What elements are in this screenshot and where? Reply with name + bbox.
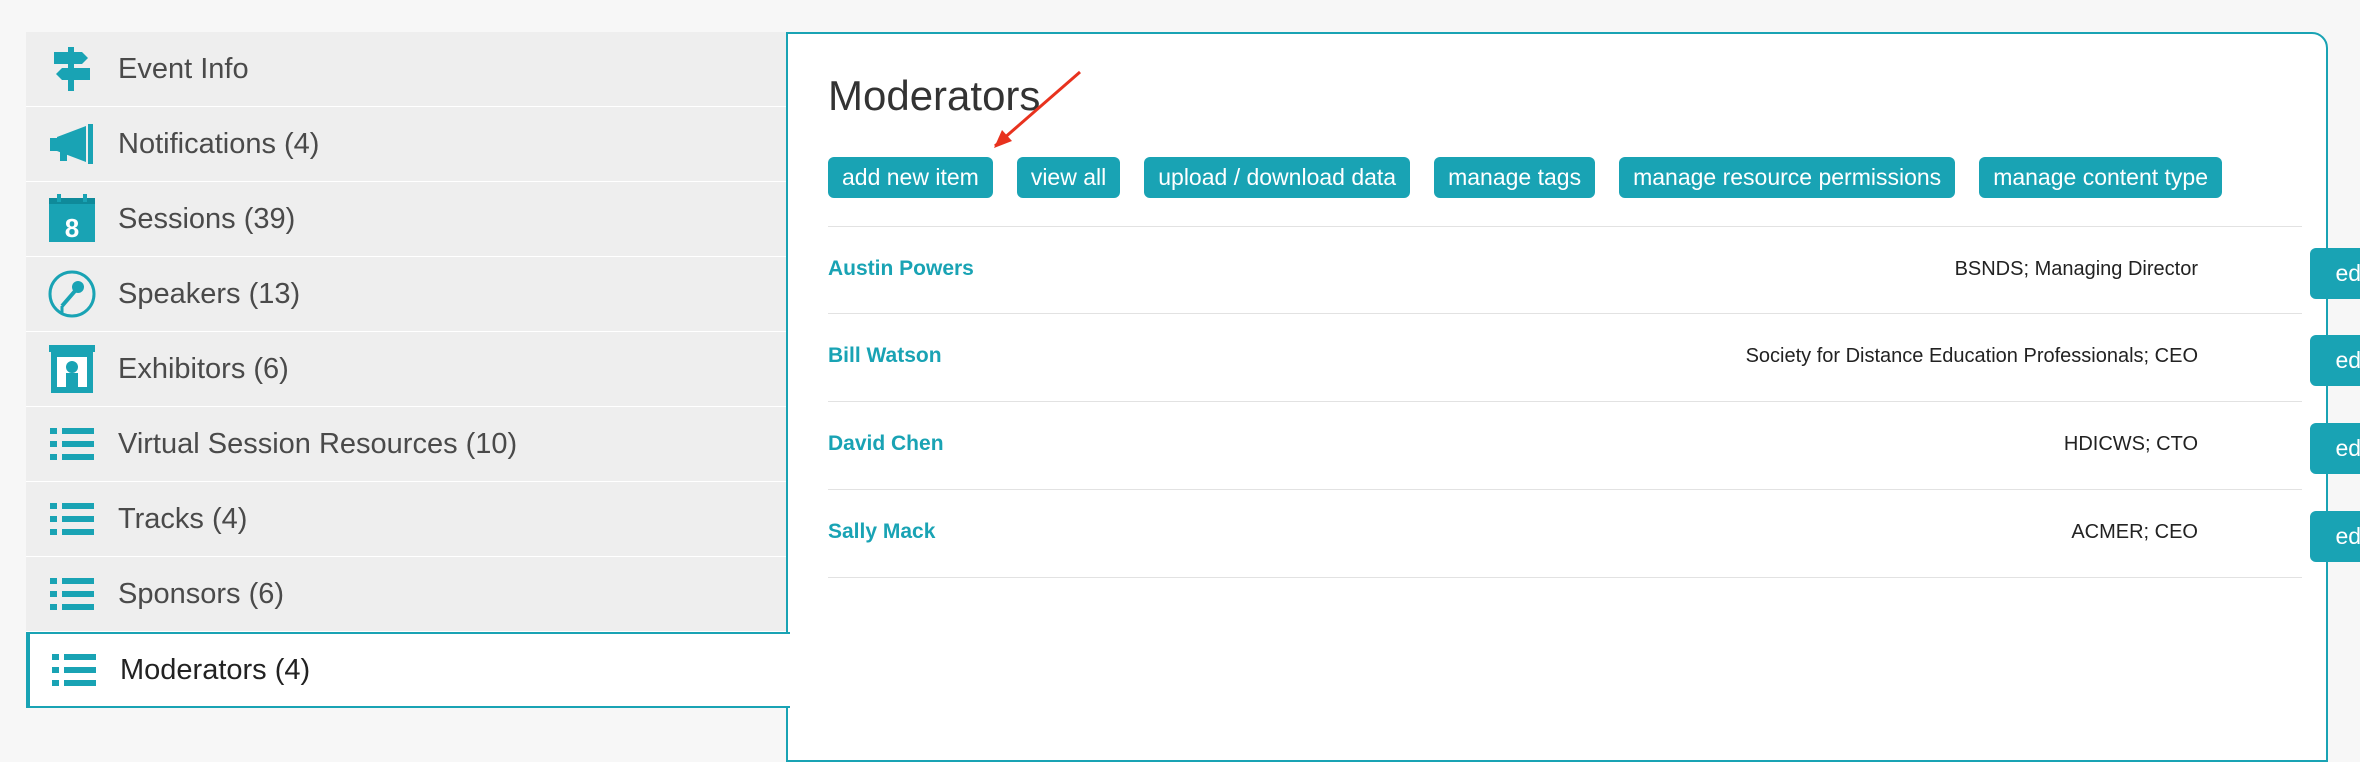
upload-download-data-button[interactable]: upload / download data <box>1144 157 1411 198</box>
sidebar-item-virtual-session-resources[interactable]: Virtual Session Resources (10) <box>26 407 788 482</box>
sidebar-item-label: Sponsors (6) <box>118 577 285 610</box>
sidebar-item-exhibitors[interactable]: Exhibitors (6) <box>26 332 788 407</box>
toolbar: add new item view all upload / download … <box>828 157 2223 198</box>
moderator-name-link[interactable]: David Chen <box>828 432 944 456</box>
edit-button[interactable]: edit <box>2310 248 2360 299</box>
list-item: David Chen HDICWS; CTO edit <box>828 402 2360 490</box>
sidebar-item-label: Exhibitors (6) <box>118 352 289 385</box>
manage-content-type-button[interactable]: manage content type <box>1979 157 2223 198</box>
annotation-arrow-icon <box>994 70 1081 148</box>
moderator-organization: HDICWS; CTO <box>2063 433 2198 455</box>
sidebar-item-label: Speakers (13) <box>118 277 301 310</box>
list-item: Sally Mack ACMER; CEO edit <box>828 490 2360 578</box>
list-icon <box>50 428 94 460</box>
sidebar-item-sessions[interactable]: 8 Sessions (39) <box>26 182 788 257</box>
sidebar-item-event-info[interactable]: Event Info <box>26 32 788 107</box>
edit-button[interactable]: edit <box>2310 423 2360 474</box>
add-new-item-button[interactable]: add new item <box>828 157 993 198</box>
page-title: Moderators <box>828 72 1041 119</box>
list-icon <box>50 578 94 610</box>
moderator-organization: ACMER; CEO <box>2071 521 2198 543</box>
booth-icon <box>49 345 95 393</box>
edit-button[interactable]: edit <box>2310 511 2360 562</box>
list-icon <box>50 503 94 535</box>
sidebar-item-label: Sessions (39) <box>118 202 296 235</box>
sidebar-item-speakers[interactable]: Speakers (13) <box>26 257 788 332</box>
sidebar: Event Info Notifications (4) 8 Sessions … <box>26 32 790 728</box>
sidebar-item-sponsors[interactable]: Sponsors (6) <box>26 557 788 632</box>
sidebar-item-moderators[interactable]: Moderators (4) <box>26 632 790 708</box>
main-panel: Moderators add new item view all upload … <box>786 32 2360 762</box>
manage-resource-permissions-button[interactable]: manage resource permissions <box>1619 157 1956 198</box>
megaphone-icon <box>50 124 93 164</box>
view-all-button[interactable]: view all <box>1016 157 1121 198</box>
moderator-name-link[interactable]: Sally Mack <box>828 520 935 544</box>
list-item: Austin Powers BSNDS; Managing Director e… <box>828 226 2360 314</box>
microphone-icon <box>48 270 96 318</box>
sidebar-item-label: Event Info <box>118 52 249 85</box>
moderator-name-link[interactable]: Austin Powers <box>828 257 974 281</box>
moderator-name-link[interactable]: Bill Watson <box>828 344 942 368</box>
sidebar-item-label: Notifications (4) <box>118 127 320 160</box>
sidebar-item-notifications[interactable]: Notifications (4) <box>26 107 788 182</box>
sidebar-item-label: Moderators (4) <box>120 653 311 686</box>
sidebar-item-tracks[interactable]: Tracks (4) <box>26 482 788 557</box>
edit-button[interactable]: edit <box>2310 335 2360 386</box>
manage-tags-button[interactable]: manage tags <box>1434 157 1596 198</box>
sidebar-item-label: Virtual Session Resources (10) <box>118 427 518 460</box>
moderator-organization: BSNDS; Managing Director <box>1954 258 2198 280</box>
calendar-icon: 8 <box>49 194 95 243</box>
sidebar-item-label: Tracks (4) <box>118 502 248 535</box>
list-icon <box>52 654 96 686</box>
moderator-organization: Society for Distance Education Professio… <box>1745 345 2198 367</box>
svg-text:8: 8 <box>65 213 79 243</box>
signpost-icon <box>54 47 90 91</box>
list-item: Bill Watson Society for Distance Educati… <box>828 314 2360 402</box>
moderators-list: Austin Powers BSNDS; Managing Director e… <box>828 226 2360 578</box>
